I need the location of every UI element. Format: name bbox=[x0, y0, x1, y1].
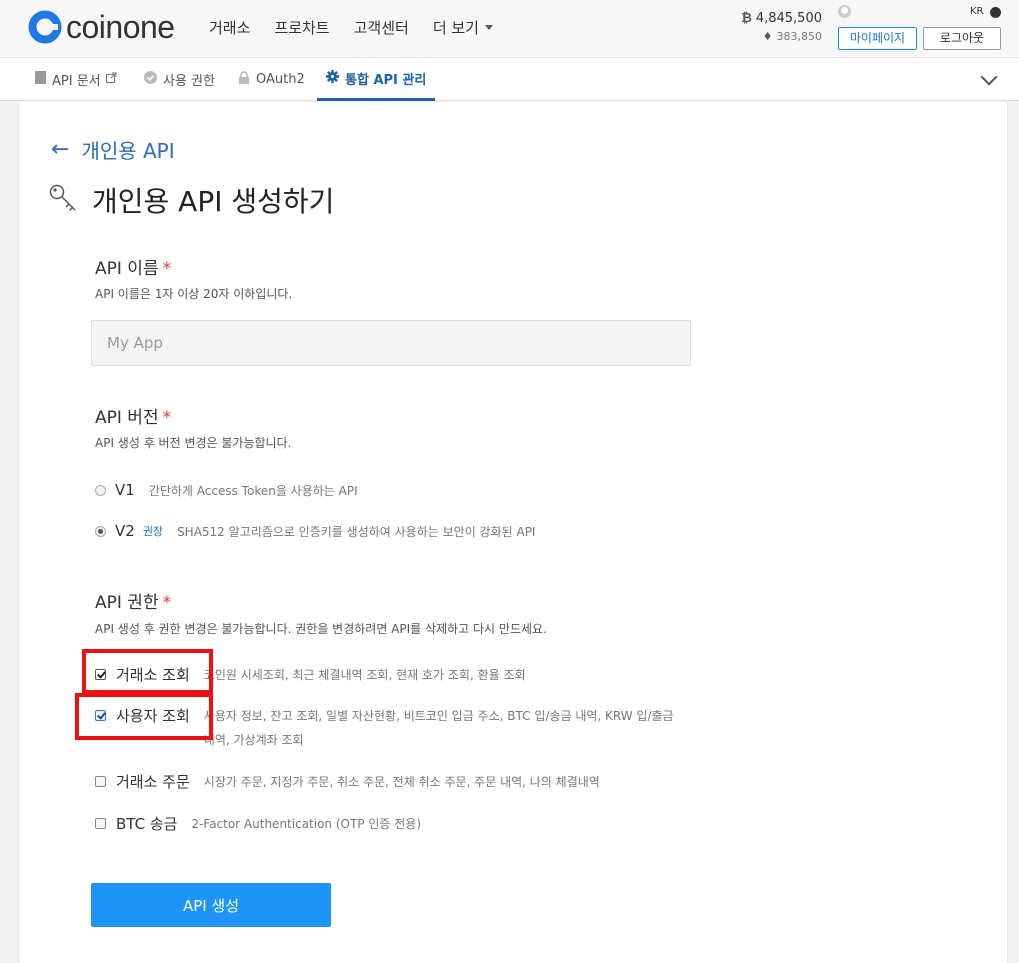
nav-exchange[interactable]: 거래소 bbox=[209, 17, 250, 38]
tab-api-docs-label: API 문서 bbox=[52, 74, 101, 89]
highlight-box-exchange-query bbox=[82, 649, 213, 694]
version-option-v1[interactable]: V1 간단하게 Access Token을 사용하는 API bbox=[95, 481, 358, 499]
bitcoin-icon: ₿ bbox=[741, 11, 752, 26]
permission-btc-transfer-label: BTC 송금 bbox=[116, 815, 178, 833]
tab-permissions[interactable]: 사용 권한 bbox=[144, 58, 215, 101]
document-icon bbox=[35, 71, 46, 88]
api-permission-title-text: API 권한 bbox=[95, 593, 159, 613]
permission-user-query-desc: 사용자 정보, 잔고 조회, 일별 자산현황, 비트코인 입금 주소, BTC … bbox=[203, 709, 674, 747]
tab-api-management-label: 통합 API 관리 bbox=[345, 72, 427, 88]
logo-mark-icon bbox=[28, 10, 62, 44]
api-name-title-text: API 이름 bbox=[95, 259, 159, 279]
api-name-hint: API 이름은 1자 이상 20자 이하입니다. bbox=[95, 287, 293, 301]
required-mark: * bbox=[162, 408, 172, 428]
version-v2-label: V2 bbox=[115, 522, 135, 540]
tab-api-docs[interactable]: API 문서 bbox=[35, 58, 123, 101]
language-selector[interactable]: KR bbox=[970, 6, 984, 17]
radio-v1[interactable] bbox=[95, 484, 106, 496]
back-link[interactable]: ← 개인용 API bbox=[51, 135, 175, 164]
sub-nav: API 문서 사용 권한 OAuth2 통합 API 관리 bbox=[0, 58, 1019, 101]
btc-price-value: 4,845,500 bbox=[755, 11, 822, 26]
api-version-title: API 버전 * bbox=[95, 403, 171, 428]
highlight-box-user-query bbox=[75, 693, 213, 740]
permission-btc-transfer[interactable]: BTC 송금 2-Factor Authentication (OTP 인증 전… bbox=[95, 815, 685, 836]
page-title: 개인용 API 생성하기 bbox=[48, 180, 334, 220]
version-option-v2[interactable]: V2 권장 SHA512 알고리즘으로 인증키를 생성하여 사용하는 보안이 강… bbox=[95, 522, 535, 540]
logout-button[interactable]: 로그아웃 bbox=[923, 27, 1001, 50]
user-area: KR 마이페이지 로그아웃 bbox=[838, 5, 1008, 51]
required-mark: * bbox=[162, 259, 172, 279]
logo-text: coinone bbox=[66, 9, 175, 45]
permission-exchange-query-desc: 코인원 시세조회, 최근 체결내역 조회, 현재 호가 조회, 환율 조회 bbox=[203, 668, 526, 682]
radio-v2[interactable] bbox=[95, 525, 106, 537]
version-v2-desc: SHA512 알고리즘으로 인증키를 생성하여 사용하는 보안이 강화된 API bbox=[177, 524, 536, 539]
user-avatar-icon bbox=[838, 5, 851, 18]
nav-support[interactable]: 고객센터 bbox=[354, 17, 409, 38]
arrow-left-icon: ← bbox=[51, 137, 70, 162]
tab-oauth2[interactable]: OAuth2 bbox=[238, 58, 305, 101]
version-v1-label: V1 bbox=[115, 481, 135, 499]
permission-btc-transfer-desc: 2-Factor Authentication (OTP 인증 전용) bbox=[191, 817, 422, 831]
external-link-icon bbox=[105, 72, 117, 87]
eth-price: ♦ 383,850 bbox=[741, 30, 822, 44]
api-permission-title: API 권한 * bbox=[95, 588, 171, 613]
caret-down-icon bbox=[484, 25, 493, 30]
globe-icon[interactable] bbox=[990, 7, 1001, 18]
chevron-down-icon[interactable] bbox=[980, 68, 998, 86]
api-name-input[interactable] bbox=[91, 320, 691, 366]
nav-more[interactable]: 더 보기 bbox=[433, 17, 493, 38]
api-version-title-text: API 버전 bbox=[95, 408, 159, 428]
version-v1-desc: 간단하게 Access Token을 사용하는 API bbox=[148, 483, 358, 498]
permission-exchange-order[interactable]: 거래소 주문 시장가 주문, 지정가 주문, 취소 주문, 전체 취소 주문, … bbox=[95, 773, 685, 794]
tab-permissions-label: 사용 권한 bbox=[163, 74, 215, 89]
api-version-hint: API 생성 후 버전 변경은 불가능합니다. bbox=[95, 436, 292, 450]
required-mark: * bbox=[162, 593, 172, 613]
tab-api-management[interactable]: 통합 API 관리 bbox=[317, 58, 436, 101]
coinone-logo[interactable]: coinone bbox=[28, 10, 175, 44]
btc-price: ₿ 4,845,500 bbox=[741, 10, 822, 27]
main-nav: 거래소 프로차트 고객센터 더 보기 bbox=[209, 17, 517, 38]
tab-oauth2-label: OAuth2 bbox=[256, 72, 305, 87]
nav-prochart[interactable]: 프로차트 bbox=[274, 17, 329, 38]
page-title-text: 개인용 API 생성하기 bbox=[92, 185, 335, 218]
recommended-badge: 권장 bbox=[142, 525, 164, 538]
api-permission-hint: API 생성 후 권한 변경은 불가능합니다. 권한을 변경하려면 API를 삭… bbox=[95, 622, 547, 636]
api-name-title: API 이름 * bbox=[95, 254, 171, 279]
nav-more-label: 더 보기 bbox=[432, 19, 479, 37]
gear-icon bbox=[326, 69, 339, 87]
mypage-button[interactable]: 마이페이지 bbox=[838, 27, 917, 50]
key-icon bbox=[48, 183, 78, 217]
checkbox-btc-transfer[interactable] bbox=[95, 818, 106, 829]
price-ticker: ₿ 4,845,500 ♦ 383,850 bbox=[741, 10, 822, 44]
permission-exchange-order-label: 거래소 주문 bbox=[116, 773, 190, 791]
top-header: coinone 거래소 프로차트 고객센터 더 보기 ₿ 4,845,500 ♦ 3… bbox=[0, 0, 1019, 58]
permission-exchange-order-desc: 시장가 주문, 지정가 주문, 취소 주문, 전체 취소 주문, 주문 내역, … bbox=[203, 775, 600, 789]
check-circle-icon bbox=[144, 71, 157, 88]
ethereum-icon: ♦ bbox=[762, 30, 773, 43]
lock-icon bbox=[238, 71, 250, 88]
checkbox-exchange-order[interactable] bbox=[95, 776, 106, 787]
eth-price-value: 383,850 bbox=[776, 30, 823, 43]
create-api-button[interactable]: API 생성 bbox=[91, 883, 331, 927]
back-label: 개인용 API bbox=[81, 139, 175, 163]
